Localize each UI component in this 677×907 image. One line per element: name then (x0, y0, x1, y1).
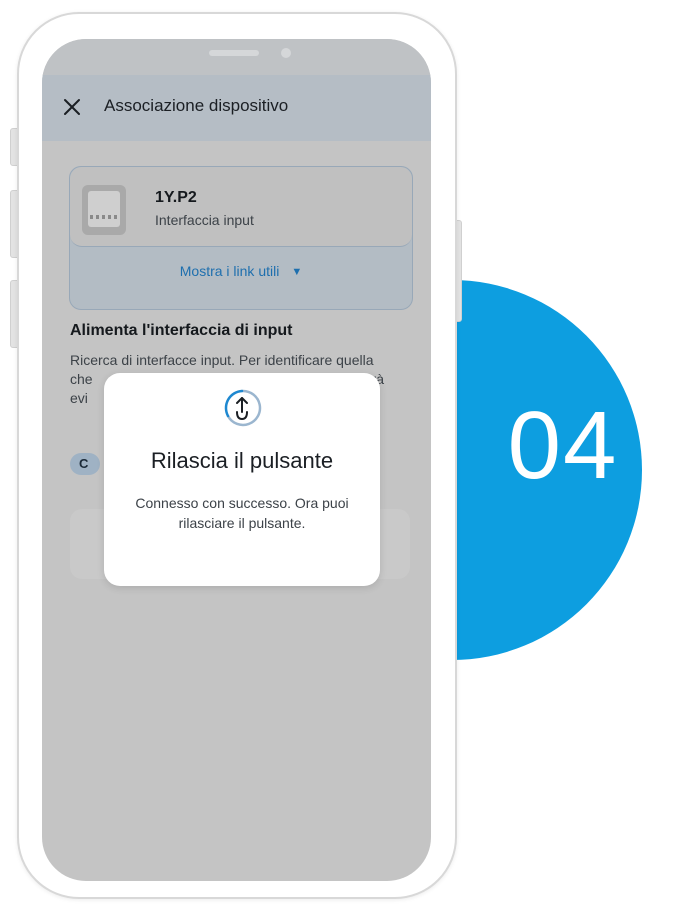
show-links-toggle[interactable]: Mostra i link utili ▼ (70, 263, 412, 279)
phone-screen: Associazione dispositivo 1Y.P2 Interfacc… (42, 39, 431, 881)
status-chip: C (70, 453, 100, 475)
device-summary: 1Y.P2 Interfaccia input (70, 167, 412, 247)
speaker-icon (209, 50, 259, 56)
device-name: 1Y.P2 (155, 189, 197, 206)
step-number: 04 (507, 392, 619, 499)
camera-icon (281, 48, 291, 58)
show-links-label: Mostra i link utili (179, 263, 280, 279)
device-type: Interfaccia input (155, 212, 254, 228)
section-title: Alimenta l'interfaccia di input (70, 322, 293, 339)
release-button-icon (224, 389, 262, 427)
phone-frame: Associazione dispositivo 1Y.P2 Interfacc… (17, 12, 457, 899)
dialog-title: Rilascia il pulsante (150, 448, 334, 473)
chevron-down-icon: ▼ (291, 266, 303, 278)
app-header: Associazione dispositivo (42, 75, 431, 141)
device-image (82, 185, 126, 235)
release-button-dialog: Rilascia il pulsante Connesso con succes… (104, 373, 380, 586)
close-icon[interactable] (62, 97, 82, 117)
device-card: 1Y.P2 Interfaccia input Mostra i link ut… (69, 166, 413, 310)
section-text-line: Ricerca di interfacce input. Per identif… (70, 352, 374, 368)
dialog-message: Connesso con successo. Ora puoi rilascia… (135, 495, 349, 531)
status-area (42, 39, 431, 75)
page-title: Associazione dispositivo (104, 96, 289, 115)
